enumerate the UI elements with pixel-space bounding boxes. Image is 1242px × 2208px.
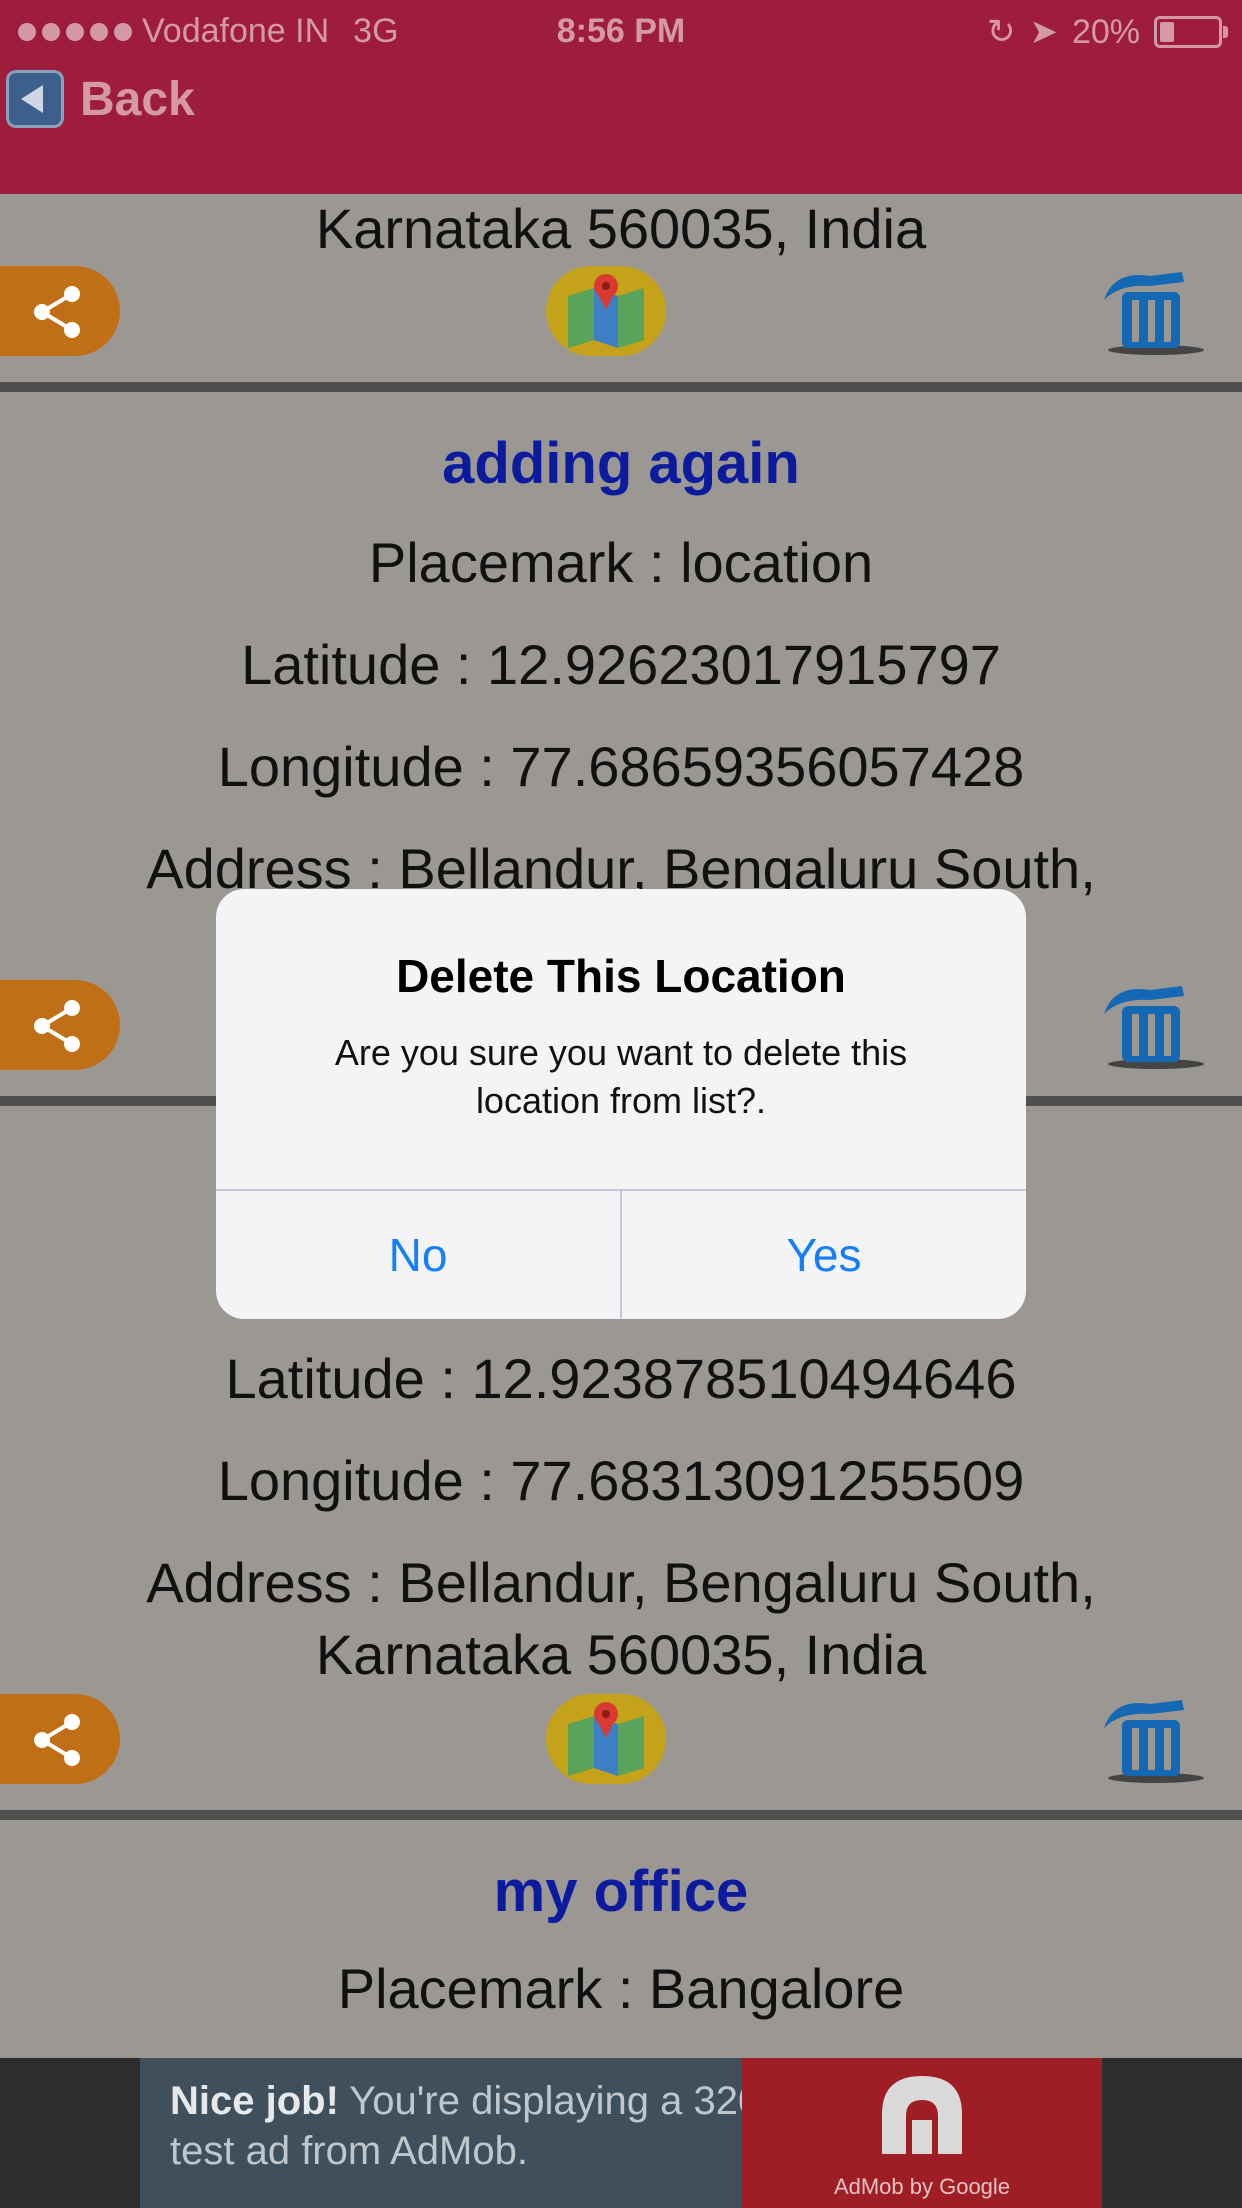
address-line: Karnataka 560035, India (315, 1623, 927, 1686)
delete-alert-dialog: Delete This Location Are you sure you wa… (216, 889, 1026, 1319)
map-icon (568, 1702, 644, 1776)
share-icon (34, 286, 80, 338)
back-label: Back (80, 72, 195, 126)
dialog-message: Are you sure you want to delete this loc… (334, 1032, 908, 1121)
delete-button[interactable] (1094, 1690, 1214, 1790)
battery-icon (1154, 16, 1228, 48)
back-button[interactable]: Back (6, 70, 195, 128)
share-button[interactable] (0, 266, 120, 356)
location-title: adding again (442, 431, 800, 496)
trash-icon (1104, 272, 1204, 355)
divider (0, 1810, 1242, 1820)
latitude-text: Latitude : 12.923878510494646 (225, 1347, 1017, 1410)
longitude-text: Longitude : 77.68659356057428 (217, 735, 1025, 798)
back-arrow-icon (6, 70, 64, 128)
divider (0, 382, 1242, 392)
battery-percent: 20% (1071, 12, 1140, 51)
delete-button[interactable] (1094, 976, 1214, 1076)
map-button[interactable] (546, 1694, 666, 1784)
dialog-title: Delete This Location (396, 950, 846, 1002)
admob-icon (882, 2076, 962, 2154)
orientation-lock-icon: ↻ (986, 13, 1016, 51)
map-icon (568, 274, 644, 348)
placemark-text: Placemark : Bangalore (337, 1957, 905, 2020)
address-line: Address : Bellandur, Bengaluru South, (146, 1551, 1096, 1614)
nav-bar: Vodafone IN 3G 8:56 PM ↻ ➤ 20% Back (0, 0, 1242, 194)
no-button[interactable]: No (216, 1191, 620, 1319)
share-icon (34, 1000, 80, 1052)
share-button[interactable] (0, 980, 120, 1070)
ad-banner[interactable]: Nice job! You're displaying a 320 x 50 t… (0, 2058, 1242, 2208)
longitude-text: Longitude : 77.68313091255509 (217, 1449, 1025, 1512)
location-title: my office (493, 1859, 749, 1924)
placemark-text: Placemark : location (368, 531, 874, 594)
ad-headline: Nice job! (170, 2079, 339, 2123)
map-button[interactable] (546, 266, 666, 356)
admob-logo[interactable]: AdMob by Google (742, 2058, 1102, 2208)
admob-label: AdMob by Google (833, 2174, 1011, 2199)
trash-icon (1104, 986, 1204, 1069)
latitude-text: Latitude : 12.92623017915797 (241, 633, 1001, 696)
share-icon (34, 1714, 80, 1766)
delete-button[interactable] (1094, 262, 1214, 362)
location-arrow-icon: ➤ (1029, 13, 1058, 51)
trash-icon (1104, 1700, 1204, 1783)
yes-button[interactable]: Yes (622, 1191, 1026, 1319)
address-line: Karnataka 560035, India (315, 197, 927, 260)
status-bar: Vodafone IN 3G 8:56 PM ↻ ➤ 20% (0, 0, 1242, 62)
share-button[interactable] (0, 1694, 120, 1784)
